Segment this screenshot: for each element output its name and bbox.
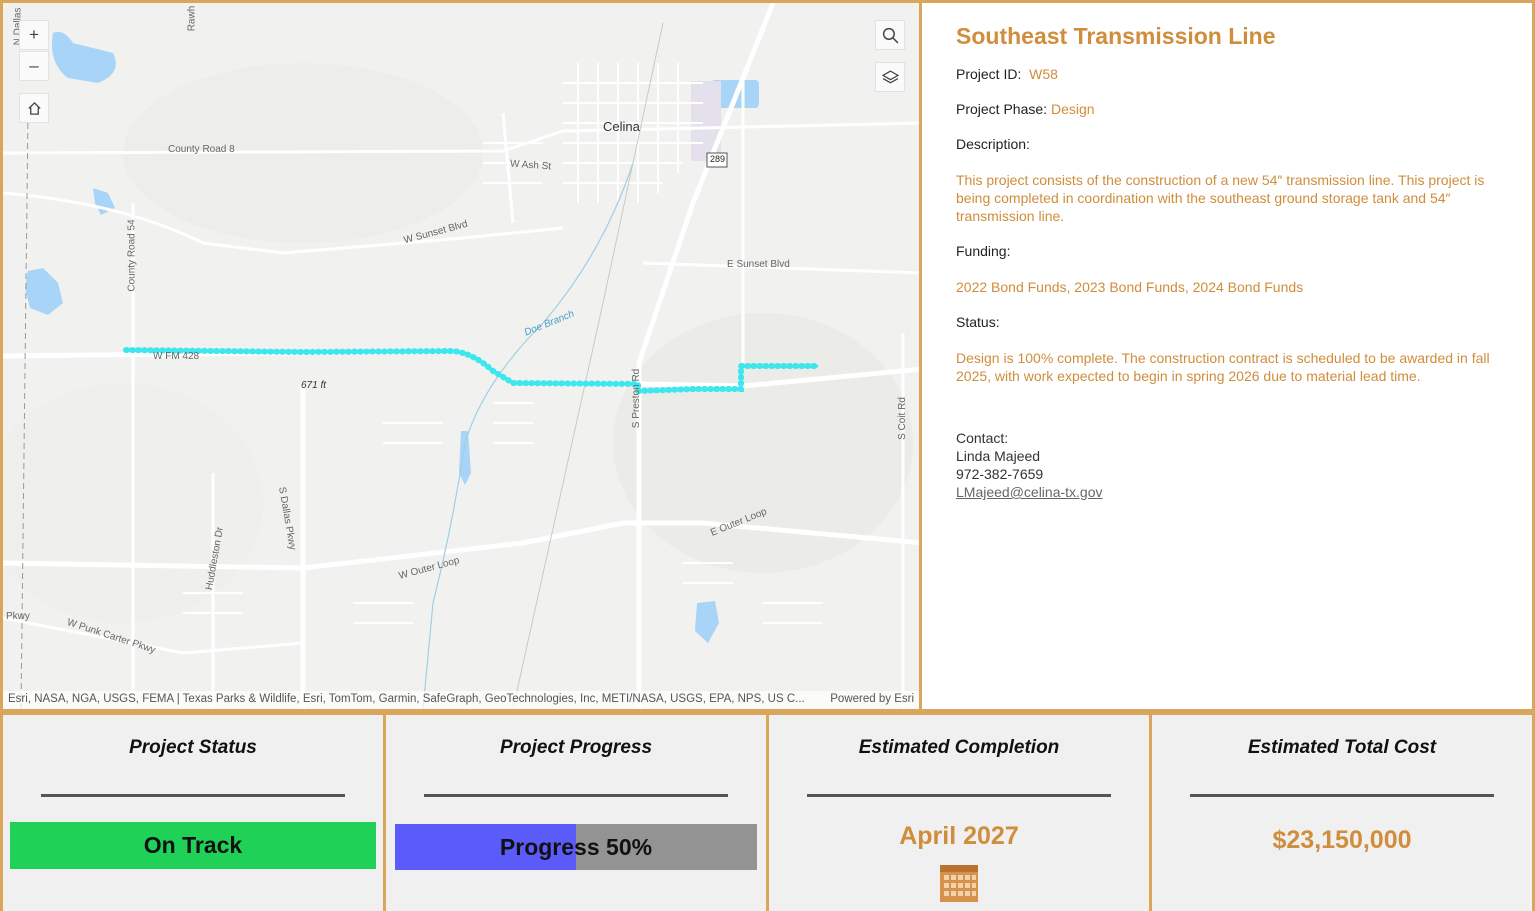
home-button[interactable] (19, 93, 49, 123)
progress-text: Progress 50% (499, 833, 653, 860)
project-info-panel: Southeast Transmission Line Project ID: … (922, 0, 1535, 712)
map-label-e-sunset: E Sunset Blvd (727, 259, 790, 270)
cost-card: Estimated Total Cost $23,150,000 (1149, 715, 1535, 911)
summary-cards: Project Status On Track Project Progress… (0, 712, 1535, 911)
project-phase-row: Project Phase: Design (956, 101, 1496, 118)
search-icon (882, 27, 898, 43)
completion-card: Estimated Completion April 2027 (766, 715, 1149, 911)
map-label-w-fm-428: W FM 428 (153, 351, 200, 362)
search-button[interactable] (875, 20, 905, 50)
map-label-rawh: Rawh (186, 5, 198, 32)
status-card: Project Status On Track (0, 715, 383, 911)
progress-bar: Progress 50% (395, 824, 757, 870)
divider (424, 794, 728, 797)
map-label-s-coit: S Coit Rd (896, 397, 908, 440)
status-label: Status: (956, 314, 1000, 330)
divider (41, 794, 345, 797)
progress-card: Project Progress Progress 50% (383, 715, 766, 911)
status-card-title: Project Status (129, 737, 257, 758)
project-id-row: Project ID: W58 (956, 66, 1496, 83)
project-phase-label: Project Phase: (956, 101, 1048, 117)
layers-icon (881, 69, 899, 84)
map-attribution: Esri, NASA, NGA, USGS, FEMA | Texas Park… (3, 691, 919, 709)
status-badge: On Track (10, 822, 376, 869)
project-phase-value: Design (1050, 101, 1095, 117)
contact-phone: 972-382-7659 (956, 466, 1044, 482)
zoom-out-button[interactable]: – (19, 51, 49, 81)
powered-by-esri[interactable]: Powered by Esri (830, 693, 914, 707)
cost-value: $23,150,000 (1272, 826, 1412, 854)
map-label-celina: Celina (603, 119, 640, 134)
map-label-pkwy: Pkwy (6, 611, 30, 622)
contact-name: Linda Majeed (956, 448, 1041, 464)
funding-label: Funding: (956, 243, 1011, 259)
status-text: Design is 100% complete. The constructio… (956, 350, 1490, 384)
layers-button[interactable] (875, 62, 905, 92)
map-label-county-road-54: County Road 54 (126, 219, 138, 292)
divider (807, 794, 1111, 797)
contact-block: Contact: Linda Majeed 972-382-7659 LMaje… (956, 429, 1496, 501)
basemap (3, 3, 919, 709)
completion-card-title: Estimated Completion (858, 737, 1060, 758)
cost-card-title: Estimated Total Cost (1247, 737, 1437, 758)
project-id-label: Project ID: (956, 66, 1022, 82)
funding-text: 2022 Bond Funds, 2023 Bond Funds, 2024 B… (956, 279, 1304, 295)
progress-card-title: Project Progress (499, 737, 653, 758)
map-label-s-preston: S Preston Rd (631, 368, 643, 429)
completion-value: April 2027 (899, 822, 1019, 850)
map-view[interactable]: Celina County Road 8 W Ash St 289 W Suns… (0, 0, 922, 712)
contact-email-link[interactable]: LMajeed@celina-tx.gov (956, 483, 1496, 501)
attribution-text: Esri, NASA, NGA, USGS, FEMA | Texas Park… (8, 693, 805, 705)
home-icon (27, 101, 41, 115)
project-title: Southeast Transmission Line (956, 23, 1276, 49)
map-label-county-road-8: County Road 8 (168, 144, 235, 155)
calendar-icon (940, 865, 978, 902)
divider (1190, 794, 1494, 797)
map-label-289: 289 (710, 154, 726, 164)
map-label-elevation: 671 ft (301, 380, 327, 391)
description-text: This project consists of the constructio… (956, 172, 1485, 224)
project-id-value: W58 (1029, 66, 1058, 82)
zoom-in-button[interactable]: + (19, 20, 49, 50)
description-label: Description: (956, 136, 1030, 152)
contact-label: Contact: (956, 430, 1009, 446)
